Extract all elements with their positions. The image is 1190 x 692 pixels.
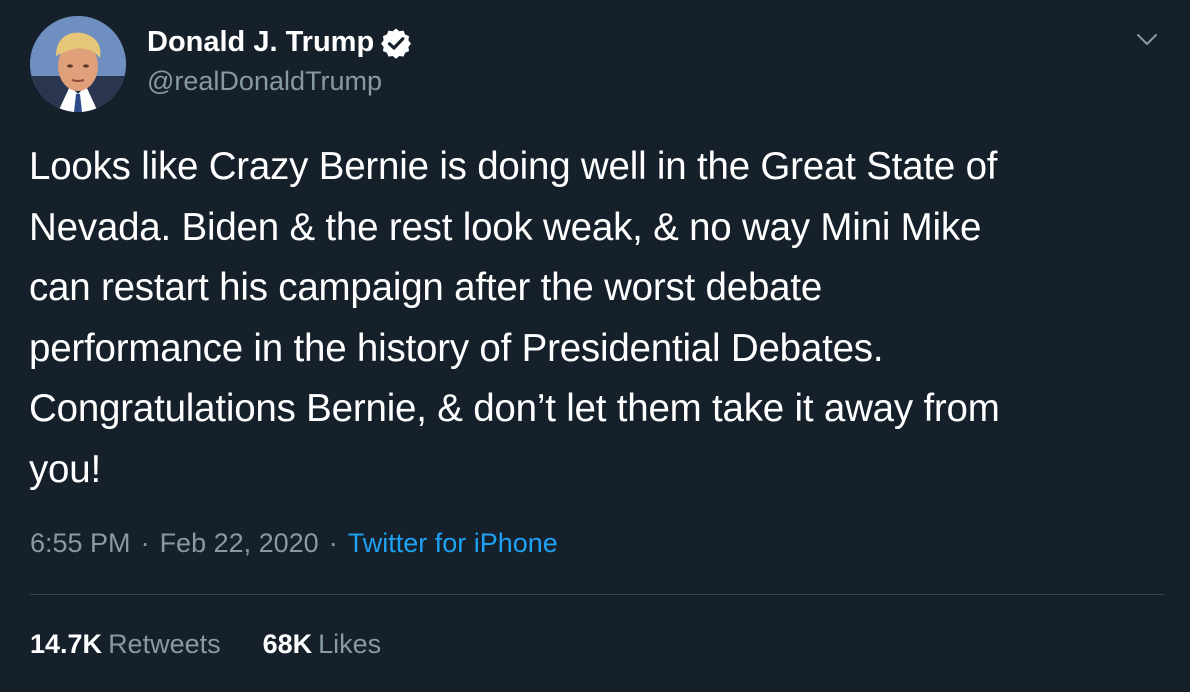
tweet-time[interactable]: 6:55 PM [30, 528, 131, 558]
avatar[interactable] [30, 16, 126, 112]
meta-separator: · [140, 528, 150, 558]
tweet-card: Donald J. Trump @realDonaldTrump Looks l… [0, 0, 1190, 692]
tweet-stats: 14.7K Retweets 68K Likes [30, 629, 423, 660]
display-name[interactable]: Donald J. Trump [147, 26, 412, 59]
display-name-text: Donald J. Trump [147, 26, 375, 58]
retweets-stat[interactable]: 14.7K Retweets [30, 629, 221, 660]
likes-count: 68K [262, 629, 313, 659]
chevron-down-icon[interactable] [1134, 26, 1160, 52]
tweet-source-link[interactable]: Twitter for iPhone [348, 528, 558, 558]
divider [30, 594, 1164, 595]
retweets-count: 14.7K [30, 629, 103, 659]
tweet-meta: 6:55 PM · Feb 22, 2020 · Twitter for iPhone [30, 528, 558, 559]
tweet-text: Looks like Crazy Bernie is doing well in… [29, 145, 1000, 491]
likes-label: Likes [318, 629, 382, 659]
profile-photo-icon [30, 16, 126, 112]
retweets-label: Retweets [108, 629, 221, 659]
meta-separator: · [328, 528, 338, 558]
likes-stat[interactable]: 68K Likes [263, 629, 382, 660]
verified-badge-icon [380, 27, 412, 59]
user-handle[interactable]: @realDonaldTrump [147, 66, 382, 97]
tweet-date[interactable]: Feb 22, 2020 [160, 528, 319, 558]
